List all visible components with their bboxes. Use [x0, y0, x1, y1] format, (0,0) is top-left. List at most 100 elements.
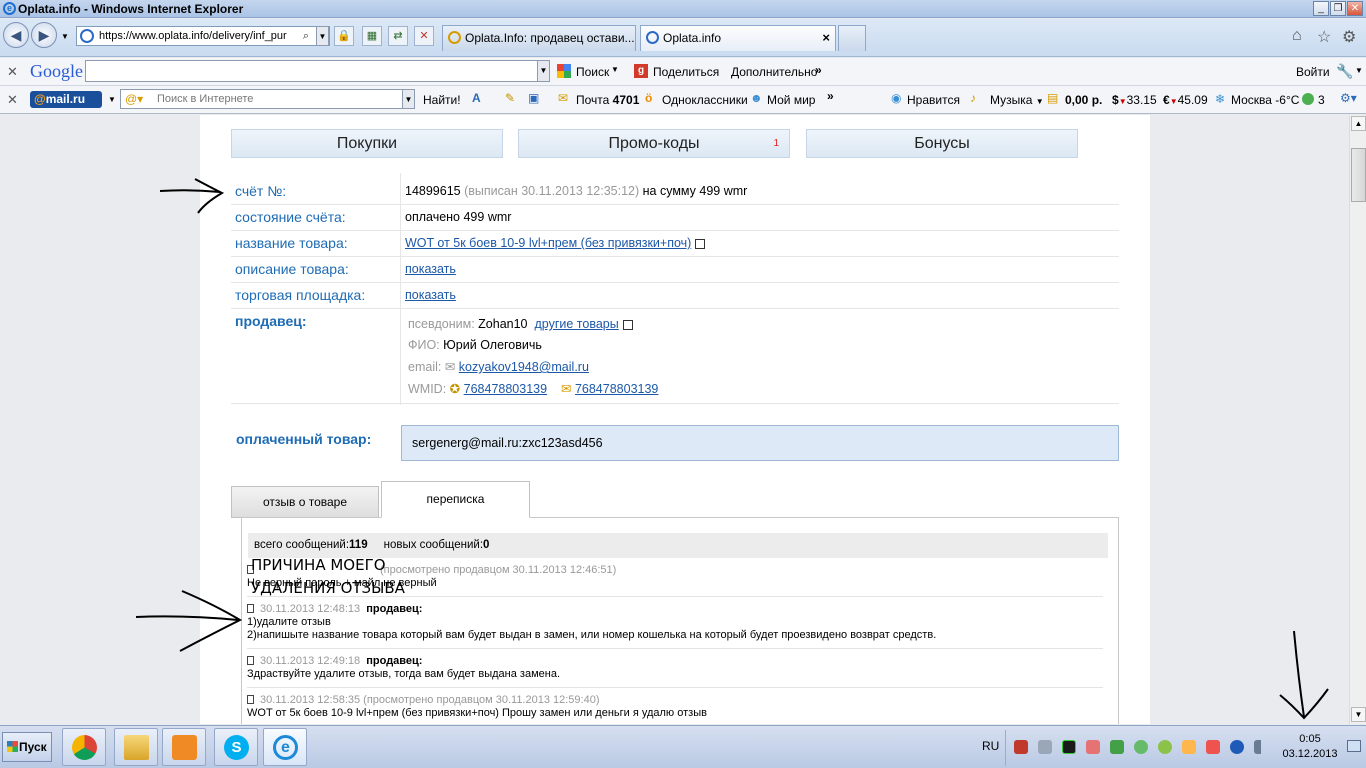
tab-purchases[interactable]: Покупки — [231, 129, 503, 158]
message-text: WOT от 5к боев 10-9 lvl+прем (без привяз… — [247, 707, 707, 719]
taskbar-skype[interactable]: S — [214, 728, 258, 766]
mail-icon: ✉ — [558, 91, 569, 105]
taskbar-media-player[interactable] — [162, 728, 206, 766]
google-search-input[interactable] — [85, 60, 538, 82]
close-toolbar-icon[interactable]: ✕ — [7, 64, 18, 80]
tray-app-icon[interactable] — [1110, 740, 1124, 754]
search-icon[interactable]: ⌕ — [298, 27, 314, 45]
wmid-link[interactable]: 768478803139 — [464, 382, 547, 396]
minimize-button[interactable]: _ — [1313, 1, 1329, 16]
login-button[interactable]: Войти — [1296, 65, 1330, 79]
close-toolbar-icon[interactable]: ✕ — [7, 92, 18, 108]
chevron-right-icon[interactable]: » — [815, 63, 822, 77]
tray-app-icon[interactable] — [1182, 740, 1196, 754]
highlight-icon[interactable]: ✎ — [505, 91, 515, 105]
marketplace-link[interactable]: показать — [405, 288, 456, 302]
vertical-scrollbar[interactable]: ▲ ▼ — [1349, 115, 1366, 724]
chevron-right-icon[interactable]: » — [827, 89, 834, 103]
show-desktop-button[interactable] — [1347, 740, 1361, 752]
tray-app-icon[interactable] — [1062, 740, 1076, 754]
tray-app-icon[interactable] — [1158, 740, 1172, 754]
settings-gear-icon[interactable]: ⚙ — [1342, 27, 1356, 47]
tab-favicon — [448, 31, 461, 44]
language-indicator[interactable]: RU — [982, 739, 999, 753]
moy-mir-button[interactable]: Мой мир — [767, 93, 815, 107]
mailru-logo[interactable]: @mail.ru — [30, 91, 102, 108]
google-search-dropdown[interactable]: ▼ — [537, 60, 550, 82]
home-icon[interactable]: ⌂ — [1292, 27, 1302, 45]
scroll-thumb[interactable] — [1351, 148, 1366, 202]
external-link-icon[interactable] — [622, 319, 633, 330]
product-desc-link[interactable]: показать — [405, 262, 456, 276]
font-size-icon[interactable]: A — [472, 91, 481, 105]
tray-app-icon[interactable] — [1206, 740, 1220, 754]
favorites-icon[interactable]: ☆ — [1317, 27, 1331, 47]
more-button[interactable]: Дополнительно — [731, 65, 817, 79]
address-bar[interactable]: https://www.oplata.info/delivery/inf_pur — [76, 26, 330, 46]
tab-review[interactable]: отзыв о товаре — [231, 486, 379, 518]
tab-close-icon[interactable]: × — [822, 26, 830, 50]
tray-app-icon[interactable] — [1134, 740, 1148, 754]
seller-email-link[interactable]: kozyakov1948@mail.ru — [459, 360, 589, 374]
like-button[interactable]: Нравится — [907, 93, 960, 107]
moy-mir-icon: ☻ — [750, 91, 763, 105]
weather-value[interactable]: Москва -6°C — [1231, 93, 1299, 107]
tab-bonuses[interactable]: Бонусы — [806, 129, 1078, 158]
other-goods-link[interactable]: другие товары — [534, 317, 618, 331]
network-icon[interactable] — [1254, 740, 1268, 754]
tray-app-icon[interactable] — [1086, 740, 1100, 754]
stop-icon[interactable]: ✕ — [414, 26, 434, 46]
clock[interactable]: 0:05 03.12.2013 — [1275, 732, 1345, 762]
screenshot-icon[interactable]: ▣ — [528, 91, 539, 105]
mail-button[interactable]: Почта 4701 — [576, 93, 639, 107]
mailru-search-input[interactable]: @▾ Поиск в Интернете — [120, 89, 403, 109]
volume-icon[interactable] — [1038, 740, 1052, 754]
lock-icon[interactable]: 🔒 — [334, 26, 354, 46]
music-button[interactable]: Музыка ▼ — [990, 93, 1044, 107]
google-search-button[interactable]: Поиск — [576, 65, 609, 79]
tray-app-icon[interactable] — [1014, 740, 1028, 754]
close-button[interactable]: ✕ — [1347, 1, 1363, 16]
wrench-icon[interactable]: 🔧 — [1336, 63, 1353, 80]
product-name-link[interactable]: WOT от 5к боев 10-9 lvl+прем (без привяз… — [405, 236, 691, 250]
new-tab-button[interactable] — [838, 25, 866, 51]
promo-count-badge: 1 — [773, 138, 779, 149]
tab-correspondence[interactable]: переписка — [381, 481, 530, 518]
back-button[interactable]: ◀ — [3, 22, 29, 48]
settings-icon[interactable]: ⚙▾ — [1340, 91, 1357, 105]
bluetooth-icon[interactable] — [1230, 740, 1244, 754]
taskbar-explorer[interactable] — [114, 728, 158, 766]
maximize-button[interactable]: ❐ — [1330, 1, 1346, 16]
taskbar-internet-explorer[interactable]: e — [263, 728, 307, 766]
mailru-search-dropdown[interactable]: ▼ — [402, 89, 415, 109]
external-link-icon[interactable] — [695, 238, 706, 249]
scroll-down-button[interactable]: ▼ — [1351, 707, 1366, 722]
eur-rate[interactable]: €▼45.09 — [1163, 93, 1208, 107]
find-button[interactable]: Найти! — [423, 93, 461, 107]
start-label: Пуск — [19, 740, 47, 754]
address-dropdown[interactable]: ▼ — [316, 26, 329, 46]
tab-oplata-seller[interactable]: Oplata.Info: продавец остави... — [442, 25, 636, 51]
mailru-menu-dropdown-icon[interactable]: ▼ — [108, 95, 116, 104]
seller-nick-line: псевдоним: Zohan10 другие товары — [408, 317, 633, 331]
google-search-icon[interactable] — [557, 64, 571, 78]
refresh-icon[interactable]: ⇄ — [388, 26, 408, 46]
wmid-message-link[interactable]: 768478803139 — [575, 382, 658, 396]
taskbar: Пуск S e RU 0:05 03.12.2013 — [0, 725, 1366, 768]
odnoklassniki-button[interactable]: Одноклассники — [662, 93, 748, 107]
start-button[interactable]: Пуск — [2, 732, 52, 762]
forward-button[interactable]: ▶ — [31, 22, 57, 48]
usd-rate[interactable]: $▼33.15 — [1112, 93, 1157, 107]
compatibility-icon[interactable]: ▦ — [362, 26, 382, 46]
history-dropdown-icon[interactable]: ▼ — [61, 32, 69, 41]
product-name-row: название товара: WOT от 5к боев 10-9 lvl… — [231, 231, 1119, 257]
share-button[interactable]: Поделиться — [653, 65, 719, 79]
search-dropdown-icon[interactable]: ▼ — [611, 65, 619, 74]
wrench-dropdown-icon[interactable]: ▼ — [1355, 66, 1363, 75]
taskbar-chrome[interactable] — [62, 728, 106, 766]
scroll-up-button[interactable]: ▲ — [1351, 116, 1366, 131]
tab-promo-codes[interactable]: Промо-коды 1 — [518, 129, 790, 158]
balance-value[interactable]: 0,00 р. — [1065, 93, 1102, 107]
status-badge[interactable]: 3 — [1318, 93, 1325, 107]
tab-oplata-info[interactable]: Oplata.info × — [640, 25, 836, 51]
